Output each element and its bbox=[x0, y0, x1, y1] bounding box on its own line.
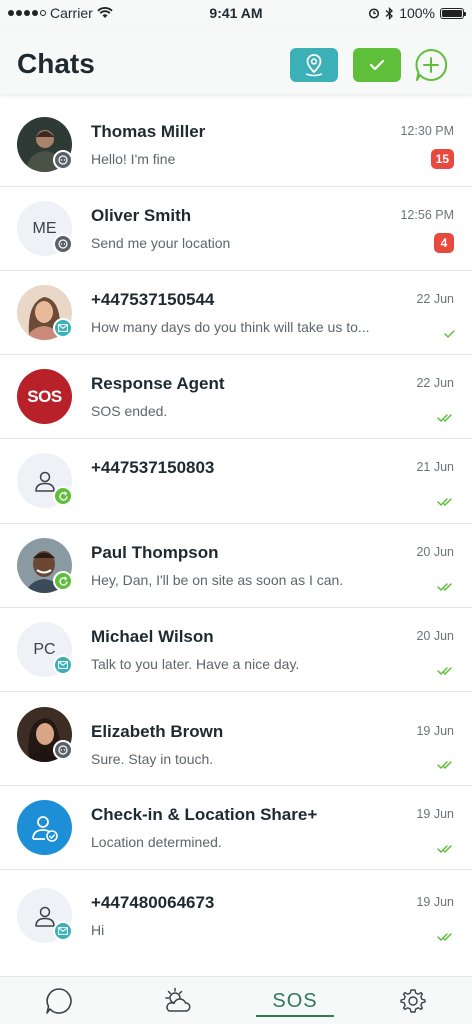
checkin-avatar bbox=[17, 800, 72, 855]
chat-last-message: SOS ended. bbox=[91, 403, 168, 419]
share-location-button[interactable] bbox=[290, 48, 338, 82]
read-double-check-icon bbox=[437, 667, 452, 676]
chat-badge-icon bbox=[53, 234, 73, 254]
chat-row[interactable]: SOS Response Agent SOS ended. 22 Jun bbox=[0, 355, 472, 439]
chat-name: +447480064673 bbox=[91, 893, 215, 912]
person-icon bbox=[34, 906, 55, 927]
chat-time: 20 Jun bbox=[416, 545, 454, 559]
status-bar: Carrier 9:41 AM 100% bbox=[0, 0, 472, 28]
chat-row[interactable]: +447537150544 How many days do you think… bbox=[0, 271, 472, 355]
chat-name: Check-in & Location Share+ bbox=[91, 805, 318, 824]
chat-time: 22 Jun bbox=[416, 292, 454, 306]
chat-row[interactable]: +447480064673 Hi 19 Jun bbox=[0, 870, 472, 976]
unread-count-badge: 4 bbox=[434, 233, 454, 253]
person-icon bbox=[34, 471, 55, 492]
read-double-check-icon bbox=[437, 933, 452, 942]
chat-time: 21 Jun bbox=[416, 460, 454, 474]
mail-badge-icon bbox=[53, 318, 73, 338]
chat-name: +447537150544 bbox=[91, 290, 215, 309]
tab-sos[interactable]: SOS bbox=[236, 977, 354, 1024]
add-chat-icon bbox=[415, 48, 448, 81]
weather-icon bbox=[165, 987, 191, 1012]
tab-weather[interactable] bbox=[118, 977, 236, 1024]
alarm-icon bbox=[369, 8, 380, 19]
location-pin-icon bbox=[305, 54, 323, 77]
bluetooth-icon bbox=[385, 6, 394, 20]
read-double-check-icon bbox=[437, 583, 452, 592]
chat-time: 19 Jun bbox=[416, 895, 454, 909]
chat-name: +447537150803 bbox=[91, 458, 215, 477]
chat-time: 22 Jun bbox=[416, 376, 454, 390]
chat-name: Thomas Miller bbox=[91, 122, 206, 141]
read-double-check-icon bbox=[437, 414, 452, 423]
checkmark-icon bbox=[369, 59, 385, 71]
chat-badge-icon bbox=[53, 740, 73, 760]
chat-name: Michael Wilson bbox=[91, 627, 214, 646]
read-double-check-icon bbox=[437, 845, 452, 854]
battery-icon bbox=[440, 7, 466, 19]
chat-last-message: Location determined. bbox=[91, 834, 222, 850]
chat-row[interactable]: Paul Thompson Hey, Dan, I'll be on site … bbox=[0, 524, 472, 608]
tab-bar: SOS bbox=[0, 976, 472, 1024]
sos-avatar: SOS bbox=[17, 369, 72, 424]
unread-count-badge: 15 bbox=[430, 149, 454, 169]
chat-time: 12:30 PM bbox=[400, 124, 454, 138]
chat-row[interactable]: Check-in & Location Share+ Location dete… bbox=[0, 786, 472, 870]
checkin-icon bbox=[31, 815, 58, 842]
settings-icon bbox=[400, 989, 426, 1013]
tab-chats[interactable] bbox=[0, 977, 118, 1024]
chat-row[interactable]: Elizabeth Brown Sure. Stay in touch. 19 … bbox=[0, 692, 472, 786]
chat-time: 20 Jun bbox=[416, 629, 454, 643]
sync-badge-icon bbox=[53, 571, 73, 591]
chat-row[interactable]: ME Oliver Smith Send me your location 12… bbox=[0, 187, 472, 271]
check-in-button[interactable] bbox=[353, 48, 401, 82]
chat-name: Response Agent bbox=[91, 374, 225, 393]
page-title: Chats bbox=[17, 48, 95, 79]
read-double-check-icon bbox=[437, 761, 452, 770]
read-double-check-icon bbox=[437, 498, 452, 507]
chat-last-message: Sure. Stay in touch. bbox=[91, 751, 214, 767]
chat-time: 12:56 PM bbox=[400, 208, 454, 222]
chat-row[interactable]: +447537150803 21 Jun bbox=[0, 439, 472, 524]
status-right: 100% bbox=[368, 5, 466, 21]
new-chat-button[interactable] bbox=[414, 48, 448, 82]
chat-last-message: Hello! I'm fine bbox=[91, 151, 176, 167]
mail-badge-icon bbox=[53, 921, 73, 941]
header: Chats bbox=[0, 28, 472, 94]
battery-label: 100% bbox=[399, 5, 435, 21]
chat-name: Oliver Smith bbox=[91, 206, 192, 225]
chat-badge-icon bbox=[53, 150, 73, 170]
chat-last-message: Send me your location bbox=[91, 235, 231, 251]
chat-icon bbox=[46, 988, 72, 1014]
chat-name: Paul Thompson bbox=[91, 543, 219, 562]
chat-last-message: How many days do you think will take us … bbox=[91, 319, 370, 335]
chat-last-message: Talk to you later. Have a nice day. bbox=[91, 656, 300, 672]
sync-badge-icon bbox=[53, 486, 73, 506]
chat-name: Elizabeth Brown bbox=[91, 722, 224, 741]
chat-row[interactable]: PC Michael Wilson Talk to you later. Hav… bbox=[0, 608, 472, 692]
tab-settings[interactable] bbox=[354, 977, 472, 1024]
chat-time: 19 Jun bbox=[416, 724, 454, 738]
tab-sos-label: SOS bbox=[272, 989, 318, 1012]
chat-last-message: Hey, Dan, I'll be on site as soon as I c… bbox=[91, 572, 344, 588]
active-tab-indicator bbox=[256, 1015, 334, 1017]
chat-row[interactable]: Thomas Miller Hello! I'm fine 12:30 PM 1… bbox=[0, 102, 472, 187]
sent-check-icon bbox=[444, 330, 455, 339]
chat-time: 19 Jun bbox=[416, 807, 454, 821]
chat-last-message: Hi bbox=[91, 922, 105, 938]
mail-badge-icon bbox=[53, 655, 73, 675]
